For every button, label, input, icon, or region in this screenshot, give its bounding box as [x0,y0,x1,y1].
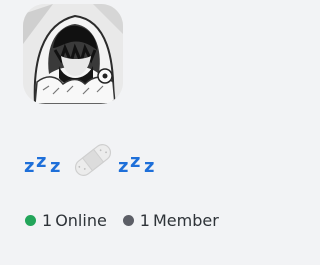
server-emoji-row: z z z z z z [24,140,162,180]
zzz-emoji-icon: z z z [118,151,154,177]
online-label: Online [55,210,107,230]
svg-text:z: z [50,156,60,177]
online-count-stat: 1 Online [25,211,107,230]
server-icon[interactable] [23,4,123,104]
member-count-stat: 1 Member [122,210,219,230]
zzz-emoji-icon: z z z [24,151,60,177]
server-icon-image [23,4,123,104]
adhesive-bandage-emoji-icon [74,144,112,176]
member-status-dot [122,214,134,226]
svg-text:z: z [130,151,140,172]
svg-text:z: z [36,151,46,172]
server-invite-card: z z z z z z 1 Online 1 Member [0,0,250,265]
server-stats: 1 Online 1 Member [25,208,219,232]
online-count: 1 [42,210,53,230]
member-label: Member [152,210,219,230]
svg-text:z: z [24,156,34,177]
svg-text:z: z [118,156,128,177]
member-count: 1 [139,210,150,230]
online-status-dot [25,214,36,226]
svg-text:z: z [144,156,154,177]
